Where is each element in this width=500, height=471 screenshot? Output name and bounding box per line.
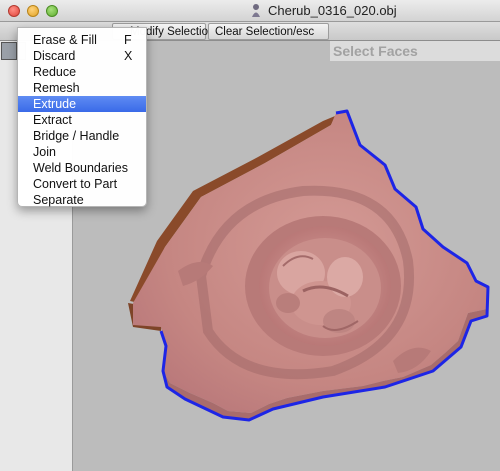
cherub-object-icon: [252, 4, 260, 17]
clear-selection-button[interactable]: Clear Selection/esc: [208, 23, 329, 40]
menu-item-extrude[interactable]: Extrude: [18, 96, 146, 112]
window-title: Cherub_0316_020.obj: [268, 3, 397, 18]
menu-item-label: Discard: [33, 49, 76, 63]
menu-item-label: Extrude: [33, 97, 77, 111]
menu-item-convert-to-part[interactable]: Convert to Part: [18, 176, 146, 192]
menu-item-label: Bridge / Handle: [33, 129, 120, 143]
menu-item-erase-fill[interactable]: Erase & Fill F: [18, 32, 146, 48]
menu-item-discard[interactable]: Discard X: [18, 48, 146, 64]
minimize-window-button[interactable]: [27, 5, 39, 17]
menu-item-join[interactable]: Join: [18, 144, 146, 160]
menu-item-label: Extract: [33, 113, 72, 127]
face-select-tool-icon[interactable]: [1, 42, 17, 60]
menu-item-separate[interactable]: Separate: [18, 192, 146, 208]
menu-item-label: Join: [33, 145, 56, 159]
menu-item-shortcut: X: [124, 49, 133, 63]
menu-item-label: Remesh: [33, 81, 80, 95]
menu-item-shortcut: F: [124, 33, 132, 47]
select-faces-header: Select Faces: [330, 41, 500, 61]
close-window-button[interactable]: [8, 5, 20, 17]
title-bar: Cherub_0316_020.obj: [0, 0, 500, 22]
menu-item-label: Reduce: [33, 65, 77, 79]
edit-dropdown-menu: Erase & Fill F Discard X Reduce Remesh Extrude…: [17, 27, 147, 207]
menu-item-reduce[interactable]: Reduce: [18, 64, 146, 80]
menu-item-bridge-handle[interactable]: Bridge / Handle: [18, 128, 146, 144]
menu-item-label: Erase & Fill: [33, 33, 97, 47]
menu-item-label: Separate: [33, 193, 84, 207]
menu-item-weld-boundaries[interactable]: Weld Boundaries: [18, 160, 146, 176]
zoom-window-button[interactable]: [46, 5, 58, 17]
menu-item-label: Convert to Part: [33, 177, 118, 191]
menu-item-remesh[interactable]: Remesh: [18, 80, 146, 96]
menu-item-extract[interactable]: Extract: [18, 112, 146, 128]
menu-item-label: Weld Boundaries: [33, 161, 128, 175]
